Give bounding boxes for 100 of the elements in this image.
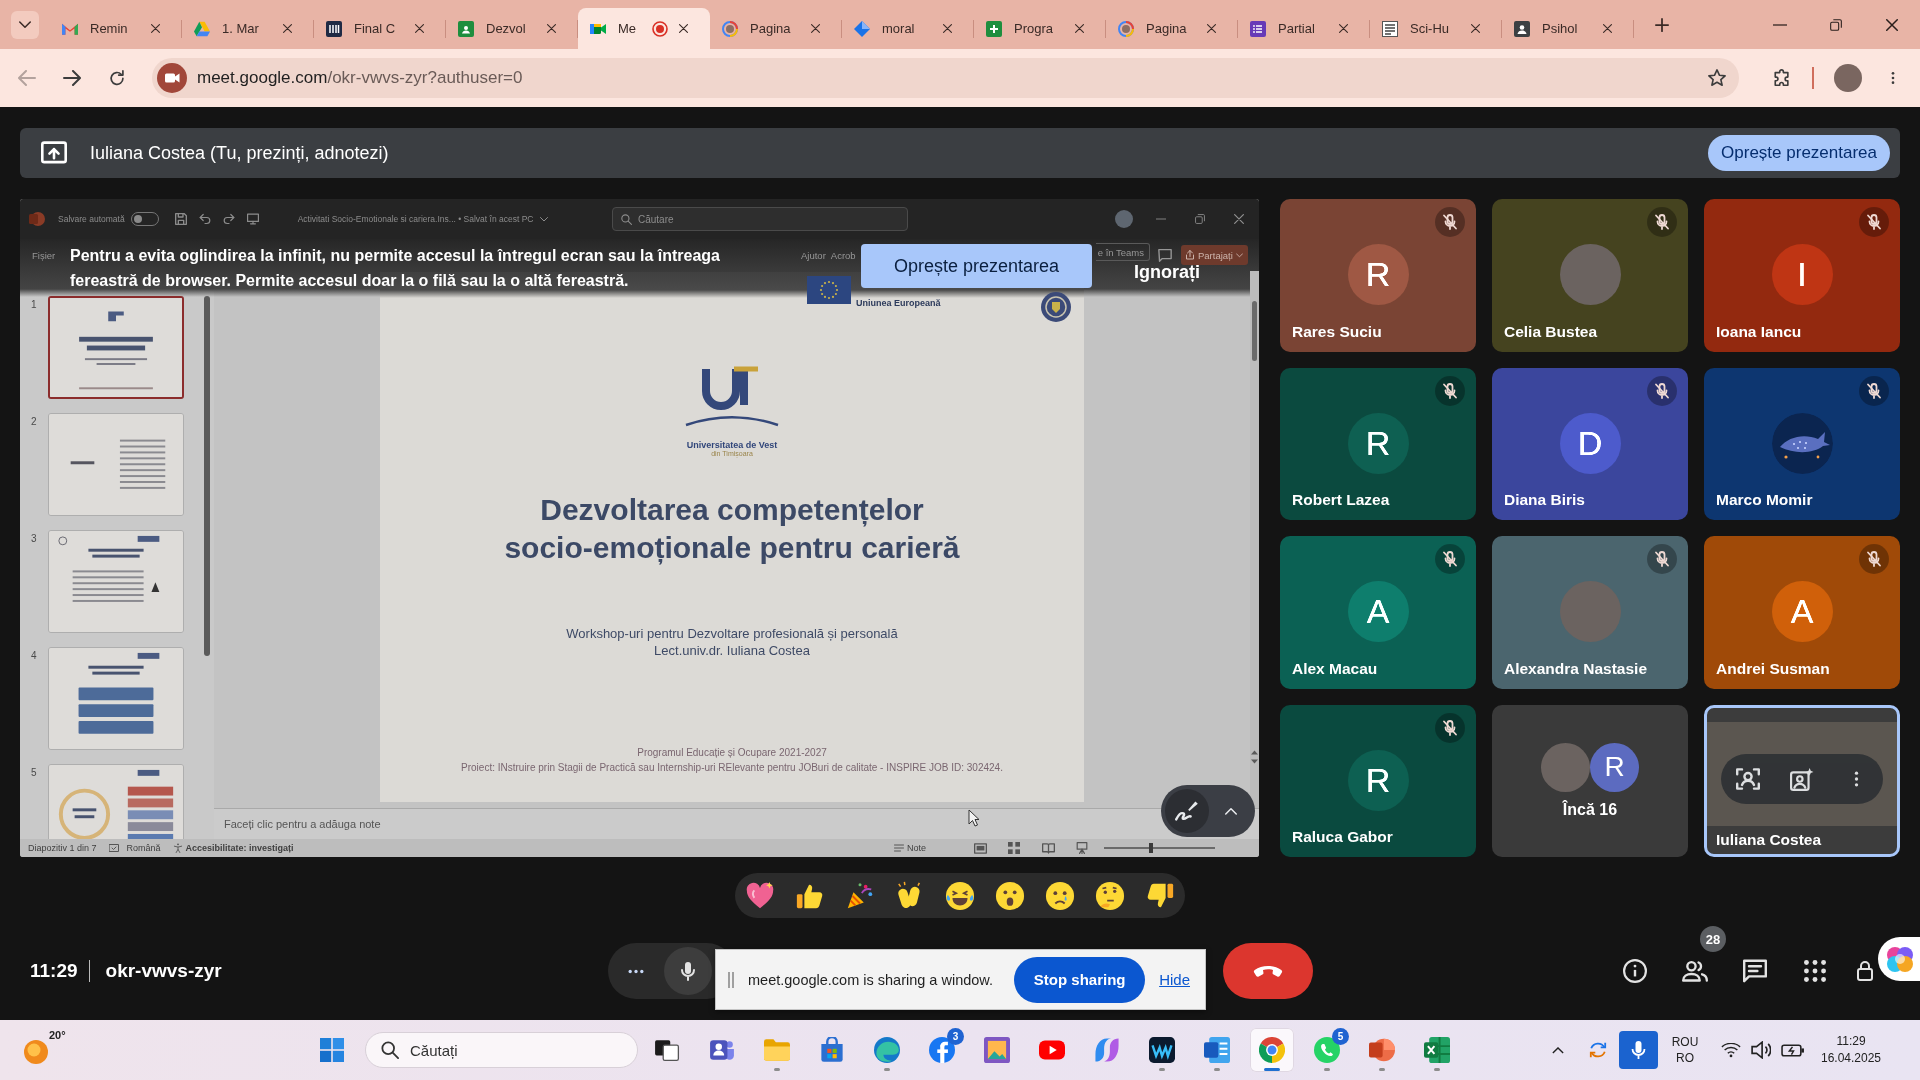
browser-tab[interactable]: Final C [314, 8, 446, 49]
pen-scribble-icon[interactable] [1175, 799, 1199, 823]
surprised-face-icon[interactable] [995, 880, 1025, 911]
segmented-circle-icon[interactable] [1259, 1037, 1285, 1063]
close-icon[interactable] [546, 24, 556, 33]
close-icon[interactable] [282, 24, 292, 33]
framed-person-icon[interactable] [1736, 766, 1760, 791]
party-popper-icon[interactable] [845, 880, 875, 911]
reload-icon[interactable] [108, 70, 126, 86]
slide-thumbnail[interactable] [48, 764, 184, 839]
slide-thumbnail[interactable] [48, 296, 184, 399]
slide-check-icon[interactable] [108, 843, 119, 853]
slide-thumbnail[interactable] [48, 530, 184, 633]
browser-tab[interactable]: Progra [974, 8, 1106, 49]
close-icon[interactable] [1074, 24, 1084, 33]
close-icon[interactable] [1206, 24, 1216, 33]
close-icon[interactable] [942, 24, 952, 33]
close-icon[interactable] [150, 24, 160, 33]
profile-photo[interactable] [1834, 64, 1862, 92]
people-tile-icon[interactable] [709, 1037, 735, 1063]
close-icon[interactable] [678, 24, 688, 33]
four-squares-icon[interactable] [320, 1038, 344, 1062]
tab-search-button[interactable] [11, 11, 39, 39]
bars-icon[interactable] [326, 20, 342, 37]
star-icon[interactable] [1708, 69, 1726, 87]
restore-icon[interactable] [1195, 214, 1205, 224]
slide-thumbnail[interactable] [48, 413, 184, 516]
browser-tab[interactable]: 1. Mar [182, 8, 314, 49]
heart-icon[interactable] [745, 880, 775, 911]
chevron-down-icon[interactable] [19, 19, 31, 31]
drag-handle-icon[interactable] [728, 971, 734, 988]
accessibility-icon[interactable] [172, 843, 183, 853]
document-icon[interactable] [1382, 20, 1398, 37]
microphone-button[interactable] [664, 947, 712, 995]
browser-tab[interactable]: Pagina [1106, 8, 1238, 49]
close-icon[interactable] [1338, 24, 1348, 33]
overlapping-circles-icon[interactable] [1878, 937, 1920, 981]
search-field[interactable]: Căutare [612, 207, 908, 231]
scrollbar[interactable] [1250, 271, 1259, 808]
close-icon[interactable] [1234, 214, 1244, 224]
taskbar-app-button[interactable]: 5 [1305, 1028, 1349, 1072]
person-card-icon[interactable] [1514, 20, 1530, 37]
language-indicator[interactable]: ROU RO [1668, 1034, 1702, 1066]
stacked-squares-icon[interactable] [654, 1037, 680, 1063]
browser-tab[interactable]: Psihol [1502, 8, 1634, 49]
slider-thumb[interactable] [1148, 843, 1153, 853]
close-icon[interactable] [810, 24, 820, 33]
accessibility-status[interactable]: Accesibilitate: investigați [185, 843, 294, 853]
ring-icon[interactable] [1118, 20, 1134, 37]
slides-tile-icon[interactable] [1369, 1037, 1395, 1063]
browser-tab[interactable]: Sci-Hu [1370, 8, 1502, 49]
redo-icon[interactable] [222, 213, 235, 225]
ribbon-tab[interactable]: Ajutor [801, 249, 826, 261]
share-button[interactable]: Partajați [1181, 245, 1248, 265]
scroll-down-icon[interactable] [1251, 759, 1258, 764]
monitor-icon[interactable] [246, 213, 259, 225]
browser-tab[interactable]: Me [578, 8, 710, 49]
laughing-face-icon[interactable] [945, 880, 975, 911]
zigzag-tile-icon[interactable] [1149, 1037, 1175, 1063]
chevron-up-icon[interactable] [1552, 1046, 1564, 1054]
picture-frame-icon[interactable] [984, 1037, 1010, 1063]
document-tile-icon[interactable] [1204, 1037, 1230, 1063]
leave-call-button[interactable] [1223, 943, 1313, 999]
lock-icon[interactable] [1854, 961, 1875, 981]
phone-handset-icon[interactable] [1253, 965, 1283, 977]
crying-face-icon[interactable] [1045, 880, 1075, 911]
date-time-button[interactable]: 11:29 16.04.2025 [1815, 1033, 1887, 1067]
hide-link[interactable]: Hide [1159, 971, 1190, 988]
portrait-sparkle-icon[interactable] [1790, 766, 1814, 791]
plus-icon[interactable] [1655, 18, 1669, 32]
sync-icon[interactable] [1589, 1041, 1607, 1059]
slide-thumbnail[interactable] [48, 647, 184, 750]
notes-field[interactable]: Faceți clic pentru a adăuga note [224, 818, 444, 830]
pen-button[interactable] [1165, 789, 1209, 833]
ring-icon[interactable] [722, 20, 738, 37]
speaker-icon[interactable] [1751, 1041, 1771, 1059]
shopping-bag-icon[interactable] [819, 1037, 845, 1063]
stop-sharing-button[interactable]: Stop sharing [1014, 956, 1146, 1003]
video-camera-badge-icon[interactable] [157, 63, 187, 93]
browser-tab[interactable]: Remin [50, 8, 182, 49]
close-icon[interactable] [414, 24, 424, 33]
browser-tab[interactable]: Dezvol [446, 8, 578, 49]
microphone-icon[interactable] [1619, 1031, 1658, 1069]
stop-presenting-button[interactable]: Oprește prezentarea [1708, 135, 1890, 171]
chevron-down-icon[interactable] [539, 216, 548, 222]
info-icon[interactable] [1623, 959, 1647, 983]
chevron-up-icon[interactable] [1225, 805, 1237, 817]
spreadsheet-tile-icon[interactable] [1424, 1037, 1450, 1063]
person-board-icon[interactable] [458, 20, 474, 37]
close-icon[interactable] [1602, 24, 1612, 33]
phone-bubble-icon[interactable] [1314, 1037, 1340, 1063]
more-participants-tile[interactable]: R Încă 16 [1492, 704, 1688, 857]
ribbon-tab[interactable]: Acrob [830, 249, 856, 261]
plus-square-icon[interactable] [986, 20, 1002, 37]
battery-icon[interactable] [1781, 1043, 1805, 1057]
temperature-label[interactable]: 20° [49, 1029, 66, 1041]
chat-icon[interactable] [1743, 959, 1767, 983]
save-icon[interactable] [174, 213, 187, 225]
close-icon[interactable] [1470, 24, 1480, 33]
ribbon-tab[interactable]: Fișier [32, 249, 72, 261]
